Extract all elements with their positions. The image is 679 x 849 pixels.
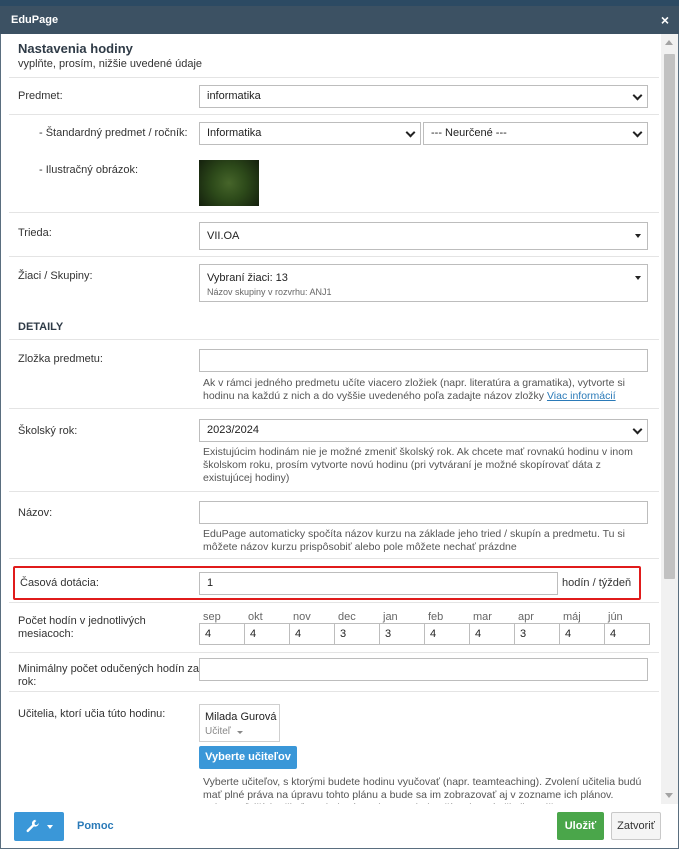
month-label: feb [428, 611, 444, 623]
divider [9, 558, 659, 559]
divider [9, 602, 659, 603]
students-value: Vybraní žiaci: 13 [207, 272, 288, 284]
more-info-link[interactable]: Viac informácií [547, 390, 616, 402]
subject-label: Predmet: [18, 90, 63, 102]
name-input[interactable] [199, 501, 648, 524]
dialog-content: Nastavenia hodiny vyplňte, prosím, nižši… [1, 34, 661, 804]
page-subtitle: vyplňte, prosím, nižšie uvedené údaje [18, 58, 203, 70]
time-allocation-unit: hodín / týždeň [562, 577, 632, 589]
month-hours-input[interactable]: 4 [469, 623, 515, 645]
month-hours-input[interactable]: 3 [334, 623, 380, 645]
month-hours-input[interactable]: 3 [514, 623, 560, 645]
teachers-help: Vyberte učiteľov, s ktorými budete hodin… [203, 776, 642, 804]
divider [9, 339, 659, 340]
dialog-titlebar: EduPage × [0, 6, 679, 34]
students-group-name: Názov skupiny v rozvrhu: ANJ1 [207, 287, 332, 297]
school-year-value: 2023/2024 [207, 424, 259, 436]
month-label: jún [608, 611, 623, 623]
name-label: Názov: [18, 507, 53, 519]
caret-down-icon[interactable] [237, 731, 243, 734]
name-help: EduPage automaticky spočíta názov kurzu … [203, 528, 625, 553]
teacher-role[interactable]: Učiteľ [205, 726, 231, 737]
month-label: nov [293, 611, 311, 623]
school-year-help: Existujúcim hodinám nie je možné zmeniť … [203, 446, 633, 484]
scroll-down-icon[interactable] [665, 793, 673, 798]
scrollbar-thumb[interactable] [664, 54, 675, 579]
teachers-label: Učitelia, ktorí učia túto hodinu: [18, 708, 166, 720]
divider [9, 77, 659, 78]
month-hours-input[interactable]: 4 [559, 623, 605, 645]
teacher-chip[interactable]: Milada Gurová Učiteľ [199, 704, 280, 742]
divider [9, 652, 659, 653]
scrollbar[interactable] [661, 34, 678, 804]
min-hours-input[interactable] [199, 658, 648, 681]
min-hours-label: Minimálny počet odučených hodín za rok: [18, 663, 199, 688]
divider [9, 691, 659, 692]
chevron-down-icon [632, 127, 643, 138]
wrench-icon [26, 819, 40, 836]
save-button[interactable]: Uložiť [557, 812, 604, 840]
lesson-settings-dialog: Nastavenia hodiny vyplňte, prosím, nižši… [0, 34, 679, 849]
page-title: Nastavenia hodiny [18, 41, 133, 56]
teacher-name: Milada Gurová [205, 711, 277, 723]
month-hours-input[interactable]: 4 [424, 623, 470, 645]
class-select[interactable]: VII.OA [199, 222, 648, 250]
divider [9, 212, 659, 213]
month-label: mar [473, 611, 492, 623]
month-hours-input[interactable]: 4 [289, 623, 335, 645]
grade-select[interactable]: --- Neurčené --- [423, 122, 648, 145]
chevron-down-icon [632, 90, 643, 101]
time-allocation-label: Časová dotácia: [20, 577, 99, 589]
students-select[interactable]: Vybraní žiaci: 13 Názov skupiny v rozvrh… [199, 264, 648, 302]
month-label: máj [563, 611, 581, 623]
chevron-down-icon [632, 424, 643, 435]
illustration-image[interactable] [199, 160, 259, 206]
month-hours-input[interactable]: 4 [604, 623, 650, 645]
select-teachers-button[interactable]: Vyberte učiteľov [199, 746, 297, 769]
scroll-up-icon[interactable] [665, 40, 673, 45]
class-label: Trieda: [18, 227, 52, 239]
component-label: Zložka predmetu: [18, 353, 103, 365]
section-details-heading: DETAILY [18, 321, 64, 333]
standard-subject-select[interactable]: Informatika [199, 122, 421, 145]
close-button[interactable]: Zatvoriť [611, 812, 661, 840]
standard-subject-label: - Štandardný predmet / ročník: [39, 127, 188, 139]
caret-down-icon [635, 276, 641, 280]
grade-value: --- Neurčené --- [431, 127, 507, 139]
students-label: Žiaci / Skupiny: [18, 270, 93, 282]
caret-down-icon [47, 825, 53, 829]
caret-down-icon [635, 234, 641, 238]
subject-value: informatika [207, 90, 261, 102]
component-input[interactable] [199, 349, 648, 372]
component-help: Ak v rámci jedného predmetu učíte viacer… [203, 377, 651, 403]
school-year-label: Školský rok: [18, 425, 78, 437]
month-label: okt [248, 611, 263, 623]
dialog-title: EduPage [11, 14, 59, 26]
divider [9, 114, 659, 115]
month-hours-input[interactable]: 4 [244, 623, 290, 645]
month-label: apr [518, 611, 534, 623]
divider [9, 408, 659, 409]
chevron-down-icon [405, 127, 416, 138]
tools-menu-button[interactable] [14, 812, 64, 841]
monthly-hours-label: Počet hodín v jednotlivých mesiacoch: [18, 615, 146, 640]
month-hours-input[interactable]: 4 [199, 623, 245, 645]
month-hours-input[interactable]: 3 [379, 623, 425, 645]
standard-subject-value: Informatika [207, 127, 262, 139]
month-label: sep [203, 611, 221, 623]
close-icon[interactable]: × [661, 12, 669, 28]
illustration-label: - Ilustračný obrázok: [39, 164, 139, 176]
subject-select[interactable]: informatika [199, 85, 648, 108]
month-label: dec [338, 611, 356, 623]
divider [9, 491, 659, 492]
divider [9, 256, 659, 257]
help-link[interactable]: Pomoc [77, 820, 114, 832]
class-value: VII.OA [207, 230, 240, 242]
dialog-footer: Pomoc Uložiť Zatvoriť [1, 804, 678, 848]
month-label: jan [383, 611, 398, 623]
time-allocation-input[interactable]: 1 [199, 572, 558, 595]
school-year-select[interactable]: 2023/2024 [199, 419, 648, 442]
